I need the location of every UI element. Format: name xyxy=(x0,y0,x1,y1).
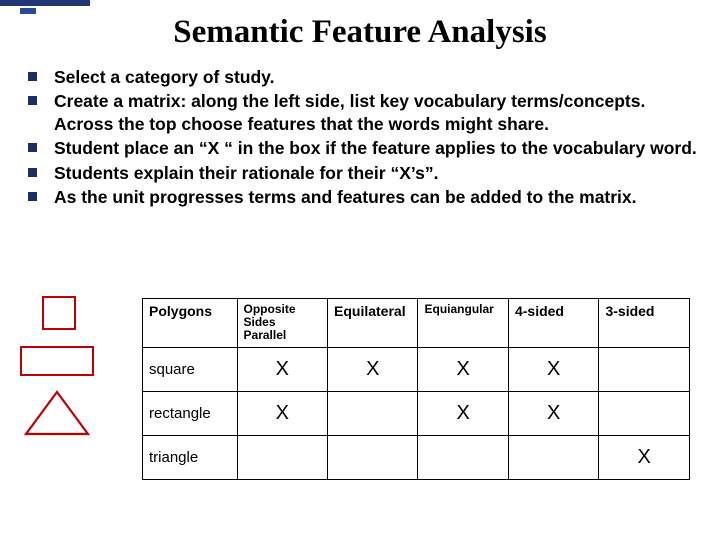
table-row: square X X X X xyxy=(143,347,690,391)
matrix-cell: X xyxy=(237,391,327,435)
bullet-item: As the unit progresses terms and feature… xyxy=(22,186,698,208)
matrix-cell: X xyxy=(418,391,508,435)
rectangle-shape-icon xyxy=(20,346,94,376)
row-label: triangle xyxy=(143,435,238,479)
bullet-item: Create a matrix: along the left side, li… xyxy=(22,90,698,135)
table-row: triangle X xyxy=(143,435,690,479)
square-shape-icon xyxy=(42,296,76,330)
bullet-item: Select a category of study. xyxy=(22,66,698,88)
matrix-cell: X xyxy=(328,347,418,391)
matrix-cell xyxy=(599,347,690,391)
bullet-item: Student place an “X “ in the box if the … xyxy=(22,137,698,159)
matrix-cell xyxy=(237,435,327,479)
matrix-cell: X xyxy=(237,347,327,391)
shape-illustrations xyxy=(20,296,120,390)
bullet-list-area: Select a category of study. Create a mat… xyxy=(22,66,698,210)
column-header: Equiangular xyxy=(418,299,508,348)
feature-matrix-table: Polygons Opposite Sides Parallel Equilat… xyxy=(142,298,690,480)
matrix-cell xyxy=(418,435,508,479)
table-header-row: Polygons Opposite Sides Parallel Equilat… xyxy=(143,299,690,348)
matrix-cell xyxy=(508,435,598,479)
column-header: 4-sided xyxy=(508,299,598,348)
row-label: rectangle xyxy=(143,391,238,435)
matrix-cell: X xyxy=(599,435,690,479)
row-label: square xyxy=(143,347,238,391)
matrix-cell xyxy=(599,391,690,435)
slide-title-text: Semantic Feature Analysis xyxy=(167,14,552,50)
column-header: Equilateral xyxy=(328,299,418,348)
matrix-cell: X xyxy=(418,347,508,391)
matrix-cell xyxy=(328,391,418,435)
column-header: Opposite Sides Parallel xyxy=(237,299,327,348)
column-header: 3-sided xyxy=(599,299,690,348)
table-row: rectangle X X X xyxy=(143,391,690,435)
bullet-item: Students explain their rationale for the… xyxy=(22,162,698,184)
matrix-cell: X xyxy=(508,391,598,435)
slide-title: Semantic Feature Analysis xyxy=(0,14,720,51)
matrix-cell xyxy=(328,435,418,479)
bullet-list: Select a category of study. Create a mat… xyxy=(22,66,698,208)
matrix-cell: X xyxy=(508,347,598,391)
table-corner-header: Polygons xyxy=(143,299,238,348)
